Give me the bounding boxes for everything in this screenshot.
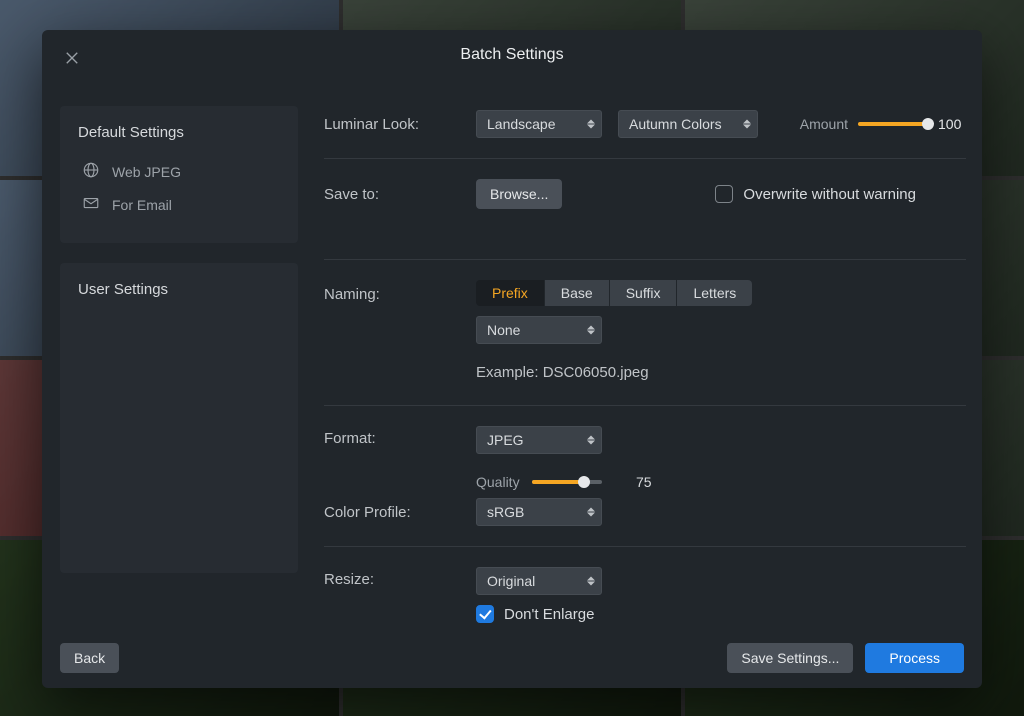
label-luminar-look: Luminar Look:: [324, 116, 476, 133]
back-button[interactable]: Back: [60, 643, 119, 673]
format-select[interactable]: JPEG: [476, 426, 602, 454]
seg-letters[interactable]: Letters: [677, 280, 752, 306]
select-value: Original: [487, 573, 535, 589]
modal-footer: Back Save Settings... Process: [42, 627, 982, 688]
amount-label: Amount: [800, 116, 848, 132]
default-settings-panel: Default Settings Web JPEG For Email: [60, 106, 298, 243]
look-color-select[interactable]: Autumn Colors: [618, 110, 758, 138]
mail-icon: [82, 194, 100, 215]
select-value: JPEG: [487, 432, 524, 448]
save-settings-label: Save Settings...: [741, 650, 839, 666]
user-settings-panel: User Settings: [60, 263, 298, 573]
naming-segmented: Prefix Base Suffix Letters: [476, 280, 752, 306]
color-profile-select[interactable]: sRGB: [476, 498, 602, 526]
settings-content: Luminar Look: Landscape Autumn Colors Am…: [298, 80, 966, 627]
seg-base[interactable]: Base: [545, 280, 610, 306]
select-value: sRGB: [487, 504, 524, 520]
save-settings-button[interactable]: Save Settings...: [727, 643, 853, 673]
seg-suffix[interactable]: Suffix: [610, 280, 678, 306]
checkbox-box: [715, 185, 733, 203]
checkbox-box: [476, 605, 494, 623]
preset-label: Web JPEG: [112, 164, 181, 180]
row-save-to: Save to: Browse... Overwrite without war…: [324, 175, 966, 213]
quality-label: Quality: [476, 474, 520, 490]
row-luminar-look: Luminar Look: Landscape Autumn Colors Am…: [324, 106, 966, 142]
label-format: Format:: [324, 426, 476, 447]
row-color-profile: Color Profile: sRGB: [324, 494, 966, 530]
updown-icon: [587, 120, 595, 129]
select-value: None: [487, 322, 520, 338]
updown-icon: [743, 120, 751, 129]
user-settings-title: User Settings: [78, 281, 280, 298]
close-icon[interactable]: [62, 48, 82, 68]
amount-slider[interactable]: [858, 122, 928, 126]
preset-label: For Email: [112, 197, 172, 213]
modal-title: Batch Settings: [460, 46, 563, 64]
quality-value: 75: [626, 474, 652, 490]
row-naming: Naming: Prefix Base Suffix Letters None …: [324, 276, 966, 389]
quality-slider[interactable]: [532, 480, 602, 484]
amount-control: Amount 100: [800, 116, 966, 132]
overwrite-label: Overwrite without warning: [743, 186, 916, 203]
divider: [324, 259, 966, 260]
process-button[interactable]: Process: [865, 643, 964, 673]
default-settings-title: Default Settings: [78, 124, 280, 141]
seg-prefix[interactable]: Prefix: [476, 280, 545, 306]
dont-enlarge-label: Don't Enlarge: [504, 606, 594, 623]
updown-icon: [587, 577, 595, 586]
updown-icon: [587, 508, 595, 517]
globe-icon: [82, 161, 100, 182]
back-label: Back: [74, 650, 105, 666]
process-label: Process: [889, 650, 940, 666]
modal-header: Batch Settings: [42, 30, 982, 80]
updown-icon: [587, 436, 595, 445]
divider: [324, 546, 966, 547]
sidebar: Default Settings Web JPEG For Email User…: [60, 80, 298, 627]
batch-settings-modal: Batch Settings Default Settings Web JPEG…: [42, 30, 982, 688]
row-format: Format: JPEG Quality 75: [324, 422, 966, 494]
browse-button[interactable]: Browse...: [476, 179, 562, 209]
naming-example: Example: DSC06050.jpeg: [476, 354, 649, 385]
look-preset-select[interactable]: Landscape: [476, 110, 602, 138]
label-save-to: Save to:: [324, 186, 476, 203]
resize-select[interactable]: Original: [476, 567, 602, 595]
naming-option-select[interactable]: None: [476, 316, 602, 344]
row-resize: Resize: Original Don't Enlarge: [324, 563, 966, 627]
select-value: Landscape: [487, 116, 556, 132]
select-value: Autumn Colors: [629, 116, 722, 132]
label-resize: Resize:: [324, 567, 476, 588]
label-color-profile: Color Profile:: [324, 504, 476, 521]
updown-icon: [587, 326, 595, 335]
amount-value: 100: [938, 116, 966, 132]
label-naming: Naming:: [324, 280, 476, 303]
divider: [324, 405, 966, 406]
dont-enlarge-checkbox[interactable]: Don't Enlarge: [476, 605, 594, 623]
overwrite-checkbox[interactable]: Overwrite without warning: [715, 185, 916, 203]
quality-control: Quality 75: [476, 464, 652, 490]
browse-label: Browse...: [490, 186, 548, 202]
preset-web-jpeg[interactable]: Web JPEG: [78, 155, 280, 188]
divider: [324, 158, 966, 159]
preset-for-email[interactable]: For Email: [78, 188, 280, 221]
